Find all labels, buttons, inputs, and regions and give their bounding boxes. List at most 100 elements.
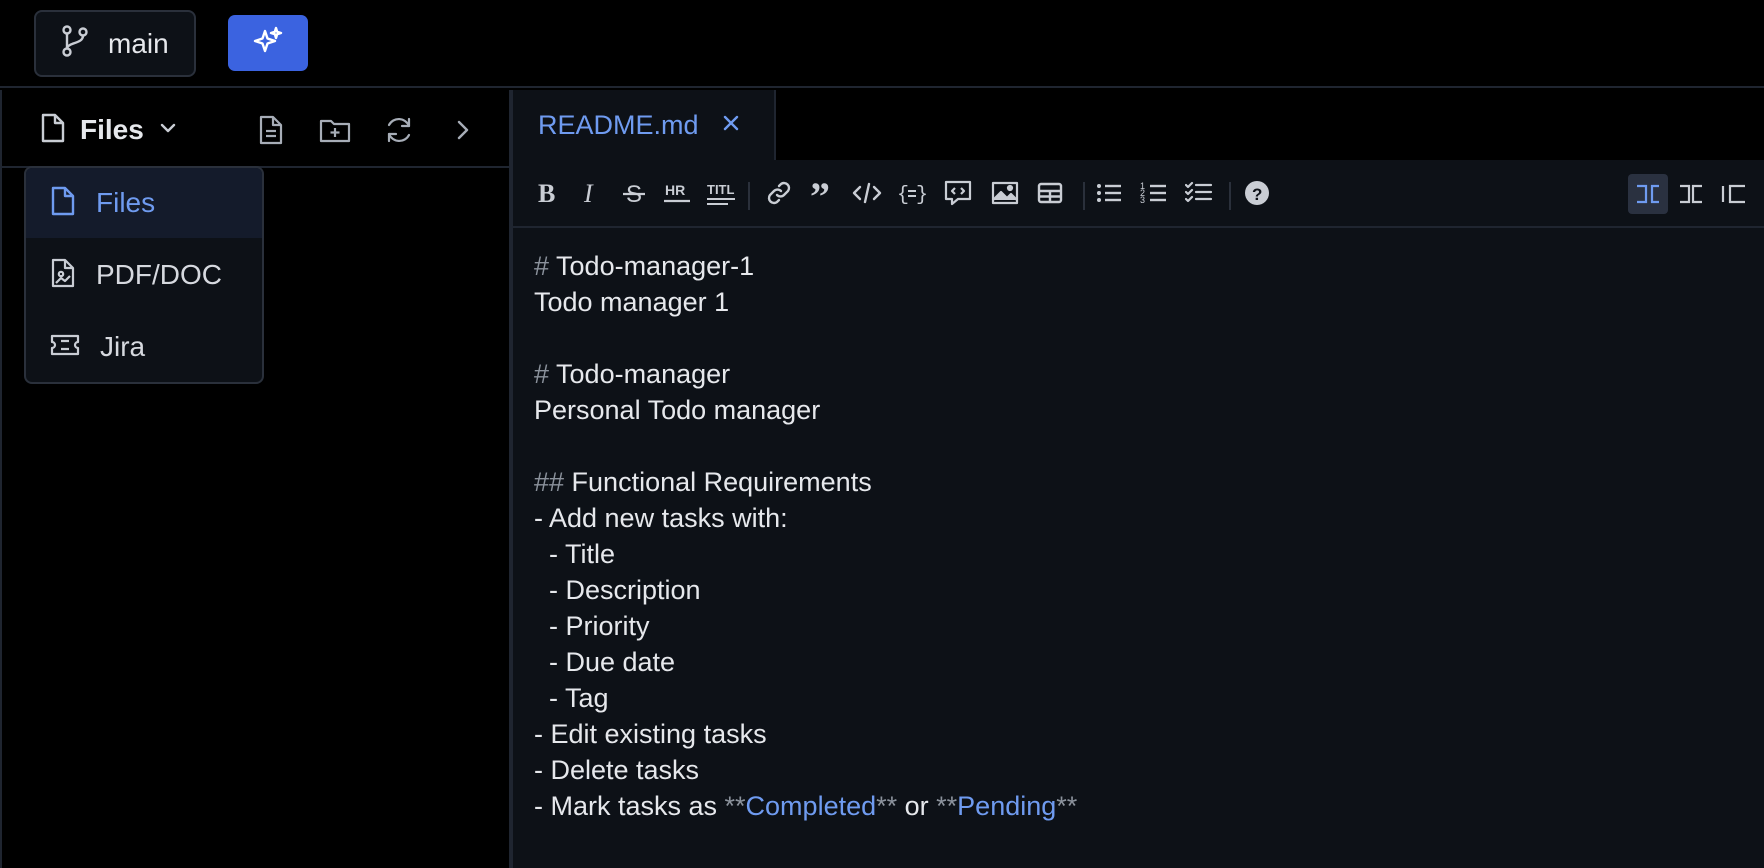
editor-line: - Tag: [534, 680, 1754, 716]
bold-marker: **: [876, 791, 898, 821]
svg-text:{: {: [897, 184, 909, 206]
dropdown-item-files[interactable]: Files: [26, 168, 262, 238]
table-icon[interactable]: [1034, 177, 1066, 209]
line-text: Functional Requirements: [571, 467, 872, 497]
new-file-icon[interactable]: [253, 112, 289, 148]
heading-marker: #: [534, 251, 557, 281]
git-branch-icon: [60, 24, 90, 63]
strikethrough-icon[interactable]: S: [618, 177, 650, 209]
italic-icon[interactable]: I: [574, 177, 606, 209]
line-text: or: [897, 791, 937, 821]
ticket-icon: [50, 332, 80, 363]
svg-text:}: }: [916, 184, 927, 206]
editor-line: - Delete tasks: [534, 752, 1754, 788]
branch-label: main: [108, 27, 169, 59]
editor-line: Personal Todo manager: [534, 392, 1754, 428]
heading-marker: ##: [534, 467, 572, 497]
dropdown-item-jira[interactable]: Jira: [26, 312, 262, 382]
line-text: - Priority: [534, 611, 650, 641]
editor-line: ## Functional Requirements: [534, 464, 1754, 500]
editor-toolbar: B I S HR TITL ” {} 1 2 3 ?: [513, 162, 1764, 228]
dropdown-item-label: Jira: [100, 331, 146, 362]
help-icon[interactable]: ?: [1241, 177, 1273, 209]
editor-line: - Priority: [534, 608, 1754, 644]
file-explorer-panel: Files Files PDF/DOC Jira: [0, 90, 513, 868]
svg-text:HR: HR: [665, 182, 685, 198]
bold-marker: **: [724, 791, 746, 821]
comment-icon[interactable]: [942, 177, 974, 209]
tab-readme[interactable]: README.md: [513, 90, 776, 160]
split-view-icon[interactable]: [1671, 174, 1711, 214]
editor-tab-bar: README.md: [513, 90, 1764, 160]
line-text: - Add new tasks with:: [534, 503, 788, 533]
tab-label: README.md: [538, 109, 699, 140]
editor-line: - Description: [534, 572, 1754, 608]
markdown-editor: README.md B I S HR TITL ” {} 1 2 3 ? # …: [513, 90, 1764, 868]
image-icon[interactable]: [989, 177, 1021, 209]
link-icon[interactable]: [763, 177, 795, 209]
toolbar-separator: [1229, 182, 1231, 210]
line-text: - Description: [534, 575, 701, 605]
refresh-icon[interactable]: [381, 112, 417, 148]
bold-text: Pending: [957, 791, 1057, 821]
title-icon[interactable]: TITL: [705, 177, 737, 209]
bold-text: Completed: [745, 791, 877, 821]
code-block-icon[interactable]: {}: [896, 177, 928, 209]
line-text: - Tag: [534, 683, 609, 713]
file-icon: [50, 185, 76, 222]
editor-only-view-icon[interactable]: [1628, 174, 1668, 214]
line-text: Personal Todo manager: [534, 395, 821, 425]
svg-text:”: ”: [810, 180, 830, 206]
horizontal-rule-icon[interactable]: HR: [661, 177, 693, 209]
code-icon[interactable]: [851, 177, 883, 209]
close-icon[interactable]: [721, 113, 741, 138]
chevron-down-icon: [158, 121, 178, 140]
file-icon: [40, 112, 66, 149]
svg-text:I: I: [583, 180, 594, 206]
dropdown-item-pdf-doc[interactable]: PDF/DOC: [26, 240, 262, 310]
task-list-icon[interactable]: [1183, 177, 1215, 209]
editor-line: # Todo-manager: [534, 356, 1754, 392]
line-text: Todo-manager: [556, 359, 731, 389]
toolbar-separator: [748, 182, 750, 210]
unordered-list-icon[interactable]: [1093, 177, 1125, 209]
line-text: Todo-manager-1: [556, 251, 755, 281]
ordered-list-icon[interactable]: 1 2 3: [1138, 177, 1170, 209]
source-selector-label: Files: [80, 114, 144, 145]
bold-marker: **: [936, 791, 958, 821]
heading-marker: #: [534, 359, 557, 389]
line-text: - Edit existing tasks: [534, 719, 767, 749]
svg-text:3: 3: [1140, 195, 1145, 205]
editor-line: - Add new tasks with:: [534, 500, 1754, 536]
ai-assistant-button[interactable]: [228, 15, 308, 71]
chevron-right-icon[interactable]: [445, 112, 481, 148]
dropdown-item-label: PDF/DOC: [96, 259, 222, 290]
preview-only-view-icon[interactable]: [1714, 174, 1754, 214]
line-text: - Title: [534, 539, 616, 569]
new-folder-icon[interactable]: [317, 112, 353, 148]
editor-line: - Edit existing tasks: [534, 716, 1754, 752]
quote-icon[interactable]: ”: [807, 177, 839, 209]
markdown-text-area[interactable]: # Todo-manager-1 Todo manager 1 # Todo-man…: [534, 248, 1754, 824]
svg-text:TITL: TITL: [707, 182, 734, 197]
line-text: - Due date: [534, 647, 676, 677]
editor-line: Todo manager 1: [534, 284, 1754, 320]
line-text: Todo manager 1: [534, 287, 730, 317]
sparkles-icon: [252, 25, 284, 62]
top-bar: main: [0, 0, 1764, 88]
source-selector-toggle[interactable]: Files: [40, 110, 178, 150]
editor-line: # Todo-manager-1: [534, 248, 1754, 284]
branch-selector-button[interactable]: main: [34, 10, 196, 77]
svg-text:?: ?: [1252, 185, 1262, 204]
line-text: - Mark tasks as: [534, 791, 725, 821]
pdf-doc-icon: [50, 257, 76, 294]
editor-line: - Due date: [534, 644, 1754, 680]
editor-line: - Title: [534, 536, 1754, 572]
svg-text:B: B: [538, 180, 555, 206]
source-dropdown-menu: Files PDF/DOC Jira: [24, 166, 264, 384]
line-text: - Delete tasks: [534, 755, 700, 785]
bold-icon[interactable]: B: [530, 177, 562, 209]
editor-line: - Mark tasks as **Completed** or **Pendi…: [534, 788, 1754, 824]
